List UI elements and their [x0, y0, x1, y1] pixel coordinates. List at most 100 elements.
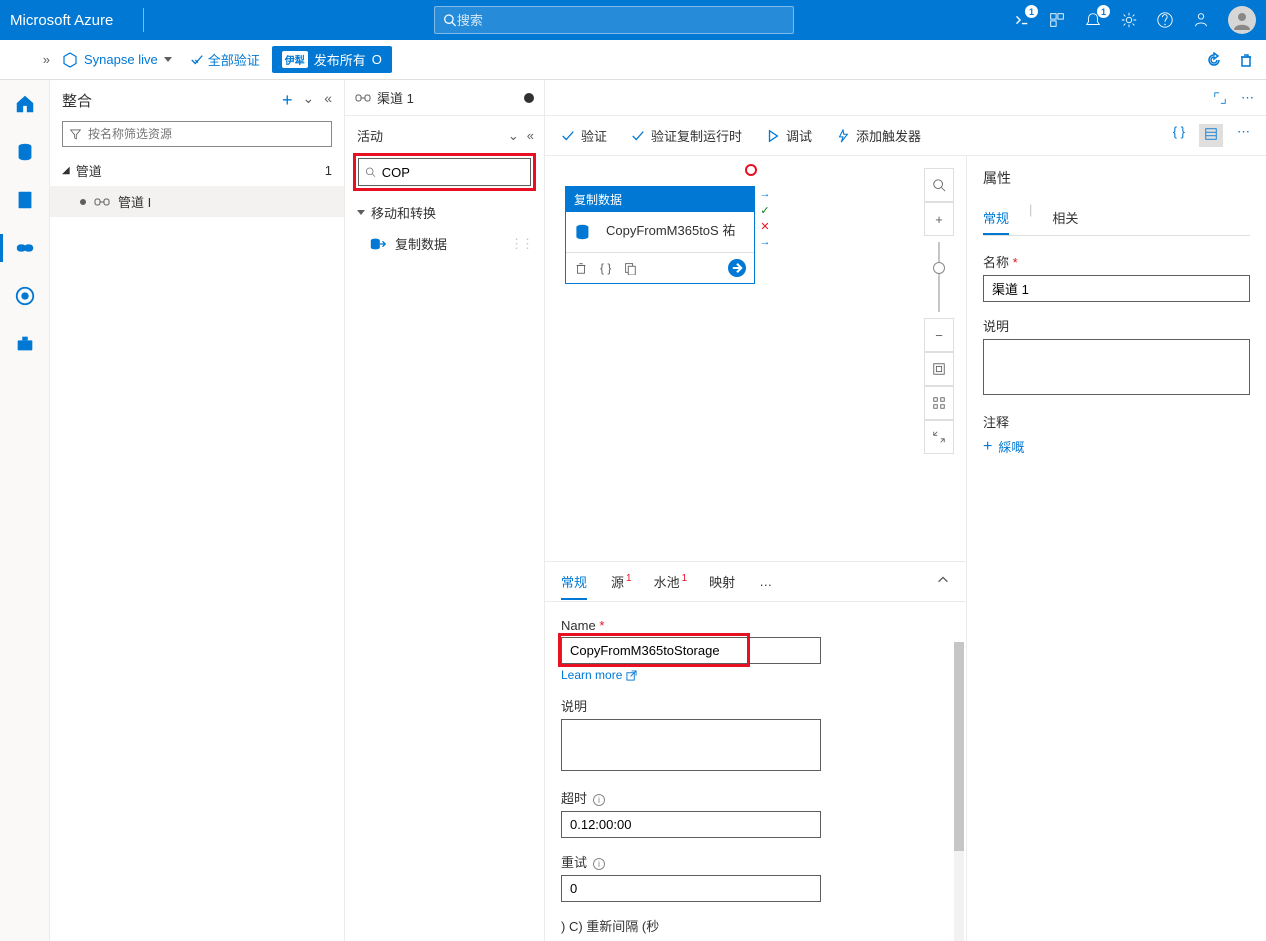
properties-toggle-icon[interactable]: [1199, 124, 1223, 147]
activity-item-label: 复制数据: [395, 234, 447, 253]
search-icon: [365, 166, 376, 178]
cloud-badge: 1: [1025, 5, 1038, 18]
nav-home[interactable]: [11, 90, 39, 118]
props-tab-related[interactable]: 相关: [1052, 202, 1078, 235]
canvas-toolbar: 验证 验证复制运行时 调试 添加触发器 { } ⋯: [545, 116, 1266, 156]
more-icon[interactable]: ⋯: [1241, 90, 1254, 106]
tab-label[interactable]: 渠道 1: [377, 88, 414, 107]
zoom-collapse-button[interactable]: [924, 420, 954, 454]
filter-input[interactable]: [88, 127, 325, 141]
resource-tree-panel: 整合 + ⌄ « ◢ 管道 1 管道 I: [50, 80, 345, 941]
expand-leftnav-icon[interactable]: »: [43, 52, 50, 67]
learn-more-link[interactable]: Learn more: [561, 668, 950, 682]
tab-more[interactable]: …: [759, 566, 772, 597]
feedback-icon[interactable]: [1192, 11, 1210, 29]
external-link-icon: [626, 670, 637, 681]
debug-button[interactable]: 调试: [766, 126, 812, 145]
add-annotation-button[interactable]: + 綵嘅: [983, 437, 1250, 456]
nav-data[interactable]: [11, 138, 39, 166]
info-icon[interactable]: i: [593, 794, 605, 806]
add-resource-icon[interactable]: +: [282, 90, 293, 111]
zoom-layout-button[interactable]: [924, 386, 954, 420]
workspace-toolbar: » Synapse live 全部验证 伊犁 发布所有 O: [0, 40, 1266, 80]
activity-search-input[interactable]: [382, 165, 524, 180]
tree-group-pipelines[interactable]: ◢ 管道 1: [50, 155, 344, 186]
validate-all-button[interactable]: 全部验证: [190, 50, 260, 69]
trigger-icon: [836, 129, 850, 143]
pipeline-name-input[interactable]: [983, 275, 1250, 302]
add-trigger-button[interactable]: 添加触发器: [836, 126, 921, 145]
validation-error-icon: [745, 164, 757, 176]
nav-integrate[interactable]: [11, 234, 39, 262]
activity-group-move[interactable]: 移动和转换: [345, 197, 544, 228]
notifications-icon[interactable]: 1: [1084, 11, 1102, 29]
code-view-icon[interactable]: { }: [1173, 124, 1185, 147]
copy-data-icon: [369, 235, 387, 253]
timeout-input[interactable]: [561, 811, 821, 838]
chevron-down-icon: [357, 210, 365, 215]
node-name: CopyFromM365toS 祐: [606, 220, 735, 239]
pipeline-canvas[interactable]: 复制数据 CopyFromM365toS 祐 { } →: [545, 156, 966, 941]
publish-label: 发布所有: [314, 50, 366, 69]
chevron-down-icon: [164, 57, 172, 62]
nav-manage[interactable]: [11, 330, 39, 358]
check-icon: [190, 53, 204, 67]
tree-item-pipeline1[interactable]: 管道 I: [50, 186, 344, 217]
nav-develop[interactable]: [11, 186, 39, 214]
directory-icon[interactable]: [1048, 11, 1066, 29]
collapse-tree-icon[interactable]: «: [324, 90, 332, 111]
expand-all-icon[interactable]: ⌄: [302, 90, 314, 111]
props-tab-general[interactable]: 常规: [983, 202, 1009, 235]
tab-source[interactable]: 源1: [611, 564, 630, 599]
cloud-shell-icon[interactable]: 1: [1012, 11, 1030, 29]
retry-input[interactable]: [561, 875, 821, 902]
bottom-panel: 常规 源1 水池1 映射 … Name *: [545, 561, 966, 941]
activity-desc-input[interactable]: [561, 719, 821, 771]
copy-activity-node[interactable]: 复制数据 CopyFromM365toS 祐 { } →: [565, 186, 755, 284]
zoom-fit-button[interactable]: [924, 352, 954, 386]
info-icon[interactable]: i: [593, 858, 605, 870]
nav-monitor[interactable]: [11, 282, 39, 310]
user-avatar[interactable]: [1228, 6, 1256, 34]
activity-name-input[interactable]: [561, 637, 821, 664]
canvas-more-icon[interactable]: ⋯: [1237, 124, 1250, 147]
expand-activities-icon[interactable]: ⌄: [508, 128, 519, 144]
collapse-activities-icon[interactable]: «: [527, 128, 534, 144]
settings-icon[interactable]: [1120, 11, 1138, 29]
synapse-live-dropdown[interactable]: Synapse live: [62, 52, 172, 68]
zoom-out-button[interactable]: −: [924, 318, 954, 352]
global-search-input[interactable]: [457, 13, 786, 28]
validate-button[interactable]: 验证: [561, 126, 607, 145]
help-icon[interactable]: [1156, 11, 1174, 29]
node-output-icon[interactable]: [728, 259, 746, 277]
tree-group-count: 1: [325, 163, 332, 178]
tab-mapping[interactable]: 映射: [709, 564, 735, 599]
notif-badge: 1: [1097, 5, 1110, 18]
activity-copy-data[interactable]: 复制数据 ⋮⋮: [345, 228, 544, 259]
zoom-slider[interactable]: [938, 242, 940, 312]
drag-grip-icon[interactable]: ⋮⋮: [510, 236, 532, 252]
filter-resources-input[interactable]: [62, 121, 332, 147]
tab-general[interactable]: 常规: [561, 564, 587, 599]
tab-sink[interactable]: 水池1: [654, 564, 686, 599]
zoom-thumb[interactable]: [933, 262, 945, 274]
code-icon[interactable]: { }: [600, 261, 611, 275]
global-search[interactable]: [434, 6, 794, 34]
scrollbar[interactable]: [954, 642, 964, 941]
props-title: 属性: [983, 168, 1250, 188]
discard-icon[interactable]: [1238, 52, 1254, 68]
activity-search[interactable]: [358, 158, 531, 186]
zoom-search-button[interactable]: [924, 168, 954, 202]
activity-group-label: 移动和转换: [371, 203, 436, 222]
validate-runtime-button[interactable]: 验证复制运行时: [631, 126, 742, 145]
activities-title: 活动: [357, 126, 383, 145]
clone-icon[interactable]: [623, 261, 637, 275]
zoom-in-button[interactable]: +: [924, 202, 954, 236]
pipeline-desc-input[interactable]: [983, 339, 1250, 395]
publish-all-button[interactable]: 伊犁 发布所有 O: [272, 46, 392, 73]
props-name-label: 名称 *: [983, 252, 1250, 271]
delete-icon[interactable]: [574, 261, 588, 275]
collapse-bottom-icon[interactable]: [936, 573, 950, 590]
maximize-icon[interactable]: [1213, 91, 1227, 105]
refresh-icon[interactable]: [1206, 52, 1222, 68]
